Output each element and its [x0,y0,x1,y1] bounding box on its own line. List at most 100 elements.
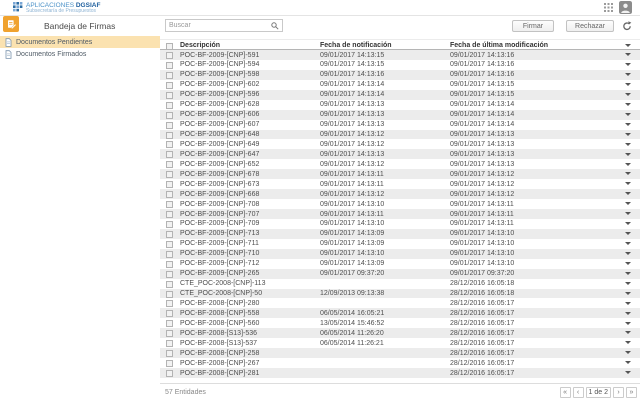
row-checkbox[interactable] [166,330,173,338]
pagination-prev-button[interactable]: ‹ [572,387,584,398]
row-menu-caret-icon[interactable] [625,152,631,156]
row-checkbox[interactable] [166,250,173,258]
row-checkbox[interactable] [166,300,173,308]
sidebar-item-documentos-firmados[interactable]: Documentos Firmados [0,48,160,60]
pagination-first-button[interactable]: « [559,387,571,398]
table-row[interactable]: POC-BF-2008-[CNP]-267 28/12/2016 16:05:17 [160,358,640,368]
row-checkbox[interactable] [166,91,173,99]
pagination-next-button[interactable]: › [613,387,624,398]
table-row[interactable]: POC-BF-2009-[CNP]-647 09/01/2017 14:13:13… [160,149,640,160]
row-menu-caret-icon[interactable] [625,291,631,295]
row-checkbox[interactable] [166,151,173,159]
row-checkbox[interactable] [166,220,173,228]
table-row[interactable]: POC-BF-2009-[CNP]-628 09/01/2017 14:13:13… [160,100,640,110]
table-row[interactable]: POC-BF-2009-[CNP]-602 09/01/2017 14:13:14… [160,80,640,90]
row-checkbox[interactable] [166,340,173,348]
row-menu-caret-icon[interactable] [625,83,631,86]
row-menu-caret-icon[interactable] [625,371,631,375]
header-menu-caret-icon[interactable] [625,43,631,47]
row-menu-caret-icon[interactable] [625,311,631,315]
row-checkbox[interactable] [166,370,173,377]
row-checkbox[interactable] [166,230,173,238]
row-checkbox[interactable] [166,350,173,358]
select-all-checkbox[interactable] [166,42,173,50]
table-row[interactable]: POC-BF-2008-[CNP]-560 13/05/2014 15:46:52… [160,318,640,328]
search-icon[interactable] [271,21,279,30]
row-menu-caret-icon[interactable] [625,162,631,166]
column-header-fecha-notificacion[interactable]: Fecha de notificación [320,42,392,49]
row-checkbox[interactable] [166,171,173,179]
row-checkbox[interactable] [166,290,173,298]
table-row[interactable]: POC-BF-2009-[CNP]-708 09/01/2017 14:13:10… [160,199,640,209]
table-row[interactable]: POC-BF-2009-[CNP]-591 09/01/2017 14:13:15… [160,50,640,60]
sidebar-item-documentos-pendientes[interactable]: Documentos Pendientes [0,36,160,48]
row-checkbox[interactable] [166,141,173,149]
row-checkbox[interactable] [166,360,173,368]
pagination-last-button[interactable]: » [626,387,637,398]
row-menu-caret-icon[interactable] [625,301,631,305]
row-menu-caret-icon[interactable] [625,331,631,335]
user-avatar-icon[interactable] [619,1,632,14]
row-checkbox[interactable] [166,121,173,129]
table-row[interactable]: POC-BF-2009-[CNP]-648 09/01/2017 14:13:12… [160,129,640,140]
row-checkbox[interactable] [166,111,173,119]
row-menu-caret-icon[interactable] [625,222,631,226]
row-menu-caret-icon[interactable] [625,92,631,96]
column-header-descripcion[interactable]: Descripción [180,42,220,49]
row-checkbox[interactable] [166,61,173,69]
row-checkbox[interactable] [166,81,173,89]
row-menu-caret-icon[interactable] [625,73,631,77]
row-checkbox[interactable] [166,201,173,209]
table-row[interactable]: POC-BF-2009-[CNP]-607 09/01/2017 14:13:13… [160,120,640,130]
search-input[interactable] [169,22,271,29]
row-menu-caret-icon[interactable] [625,232,631,236]
row-menu-caret-icon[interactable] [625,192,631,196]
row-menu-caret-icon[interactable] [625,281,631,285]
refresh-icon[interactable] [621,20,633,32]
row-menu-caret-icon[interactable] [625,112,631,116]
table-row[interactable]: CTE_POC-2008-[CNP]-113 28/12/2016 16:05:1… [160,279,640,289]
row-menu-caret-icon[interactable] [625,261,631,265]
table-row[interactable]: POC-BF-2008-[CNP]-258 28/12/2016 16:05:17 [160,348,640,359]
table-row[interactable]: POC-BF-2009-[CNP]-713 09/01/2017 14:13:09… [160,228,640,239]
row-menu-caret-icon[interactable] [625,212,631,216]
row-checkbox[interactable] [166,52,173,59]
table-row[interactable]: POC-BF-2008-[CNP]-281 28/12/2016 16:05:17 [160,368,640,378]
row-menu-caret-icon[interactable] [625,102,631,106]
table-row[interactable]: POC-BF-2008-[CNP]-280 28/12/2016 16:05:17 [160,298,640,308]
column-header-fecha-ultima-modificacion[interactable]: Fecha de última modificación [450,42,548,49]
table-row[interactable]: POC-BF-2009-[CNP]-606 09/01/2017 14:13:13… [160,109,640,120]
row-menu-caret-icon[interactable] [625,351,631,355]
table-row[interactable]: POC-BF-2009-[CNP]-709 09/01/2017 14:13:10… [160,219,640,229]
table-row[interactable]: POC-BF-2009-[CNP]-668 09/01/2017 14:13:12… [160,189,640,200]
row-checkbox[interactable] [166,280,173,288]
table-row[interactable]: POC-BF-2008-[CNP]-558 06/05/2014 16:05:21… [160,308,640,319]
rechazar-button[interactable]: Rechazar [566,20,614,32]
row-checkbox[interactable] [166,101,173,109]
table-row[interactable]: POC-BF-2009-[CNP]-598 09/01/2017 14:13:16… [160,69,640,80]
row-checkbox[interactable] [166,310,173,318]
row-menu-caret-icon[interactable] [625,182,631,186]
row-checkbox[interactable] [166,270,173,278]
table-row[interactable]: POC-BF-2009-[CNP]-596 09/01/2017 14:13:14… [160,89,640,100]
table-row[interactable]: POC-BF-2009-[CNP]-712 09/01/2017 14:13:09… [160,259,640,269]
row-checkbox[interactable] [166,260,173,268]
table-row[interactable]: POC-BF-2009-[CNP]-711 09/01/2017 14:13:09… [160,239,640,249]
firmar-button[interactable]: Firmar [512,20,554,32]
row-checkbox[interactable] [166,131,173,139]
table-row[interactable]: POC-BF-2009-[CNP]-673 09/01/2017 14:13:11… [160,179,640,189]
table-row[interactable]: POC-BF-2008-[S13]-537 06/05/2014 11:26:21… [160,338,640,348]
table-row[interactable]: POC-BF-2009-[CNP]-678 09/01/2017 14:13:11… [160,169,640,180]
row-menu-caret-icon[interactable] [625,242,631,245]
row-checkbox[interactable] [166,240,173,248]
row-menu-caret-icon[interactable] [625,122,631,126]
row-menu-caret-icon[interactable] [625,271,631,275]
row-menu-caret-icon[interactable] [625,341,631,345]
table-row[interactable]: POC-BF-2009-[CNP]-265 09/01/2017 09:37:20… [160,268,640,279]
apps-grid-icon[interactable] [604,3,613,12]
table-row[interactable]: POC-BF-2009-[CNP]-649 09/01/2017 14:13:12… [160,139,640,149]
table-row[interactable]: POC-BF-2009-[CNP]-594 09/01/2017 14:13:15… [160,60,640,70]
row-menu-caret-icon[interactable] [625,172,631,176]
row-menu-caret-icon[interactable] [625,142,631,146]
row-menu-caret-icon[interactable] [625,321,631,325]
